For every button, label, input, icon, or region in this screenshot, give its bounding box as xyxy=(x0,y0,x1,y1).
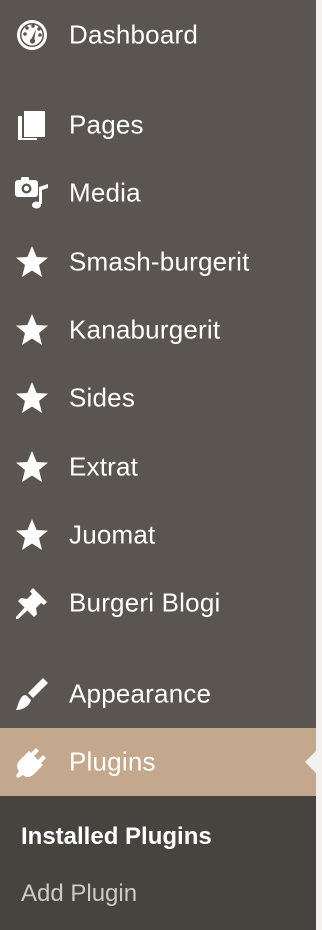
star-icon xyxy=(14,449,50,485)
menu-item-label: Dashboard xyxy=(69,19,198,50)
menu-item-label: Appearance xyxy=(69,678,212,709)
menu-item-label: Plugins xyxy=(69,746,156,777)
menu-item-label: Media xyxy=(69,177,141,208)
admin-sidebar: Dashboard Pages Media Smash-burgerit Kan… xyxy=(0,0,322,930)
menu-item-label: Pages xyxy=(69,109,144,140)
menu-item-label: Burgeri Blogi xyxy=(69,587,221,618)
menu-item-label: Sides xyxy=(69,382,136,413)
star-icon xyxy=(14,380,50,416)
star-icon xyxy=(14,244,50,280)
star-icon xyxy=(14,517,50,553)
submenu-item-add-plugin[interactable]: Add Plugin xyxy=(21,880,137,908)
menu-item-sides[interactable]: Sides xyxy=(0,364,316,432)
menu-item-appearance[interactable]: Appearance xyxy=(0,660,316,728)
menu-item-media[interactable]: Media xyxy=(0,159,316,227)
content-edge xyxy=(316,0,322,930)
media-icon xyxy=(14,175,50,211)
menu-item-kanaburgerit[interactable]: Kanaburgerit xyxy=(0,296,316,364)
menu-item-smash-burgerit[interactable]: Smash-burgerit xyxy=(0,228,316,296)
star-icon xyxy=(14,312,50,348)
plugin-icon xyxy=(14,744,50,780)
menu-item-label: Smash-burgerit xyxy=(69,246,250,277)
menu-item-plugins[interactable]: Plugins xyxy=(0,728,322,796)
menu-item-pages[interactable]: Pages xyxy=(0,91,316,159)
menu-item-juomat[interactable]: Juomat xyxy=(0,501,316,569)
plugins-submenu: Installed Plugins Add Plugin xyxy=(0,796,316,930)
pages-icon xyxy=(14,107,50,143)
submenu-item-installed-plugins[interactable]: Installed Plugins xyxy=(21,823,212,851)
dashboard-icon xyxy=(14,17,50,53)
paintbrush-icon xyxy=(14,676,50,712)
menu-item-label: Juomat xyxy=(69,519,156,550)
menu-item-extrat[interactable]: Extrat xyxy=(0,433,316,501)
menu-item-dashboard[interactable]: Dashboard xyxy=(0,1,316,69)
menu-item-label: Kanaburgerit xyxy=(69,314,221,345)
menu-item-burgeri-blogi[interactable]: Burgeri Blogi xyxy=(0,569,316,637)
pin-icon xyxy=(14,585,50,621)
menu-item-label: Extrat xyxy=(69,451,139,482)
